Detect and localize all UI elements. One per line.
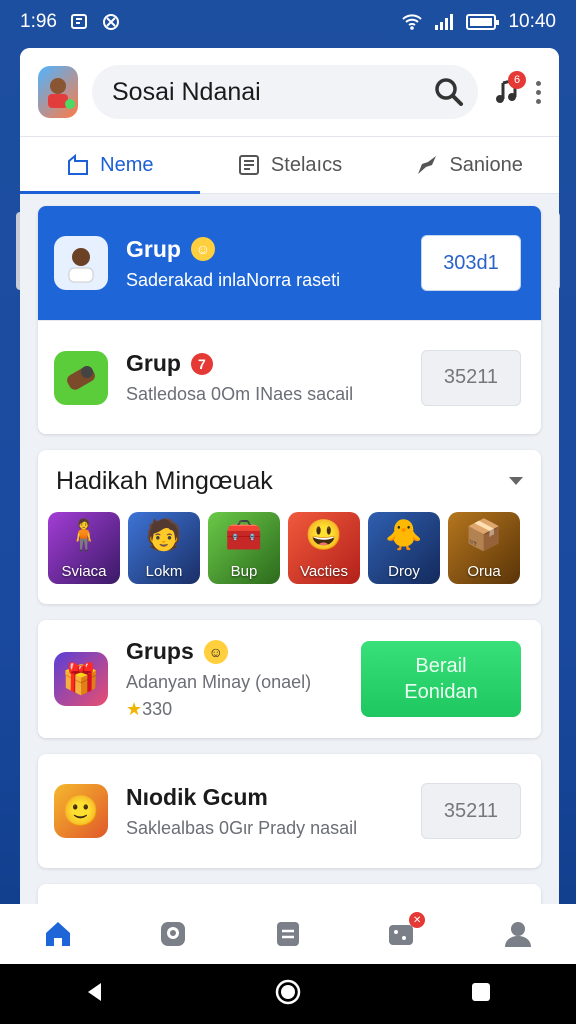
chick-icon: 🐥 <box>385 519 423 552</box>
app-window: 6 Neme Stelaıcs Sanione Gr <box>20 48 559 906</box>
tile-label: Vacties <box>299 563 349 580</box>
star-count: ★330 <box>126 699 173 719</box>
row-subtitle: Saderakad inlaNorra raseti <box>126 269 341 290</box>
smile-emoji-icon: ☺ <box>190 237 215 261</box>
status-time: 1:96 <box>20 11 57 32</box>
row-subtitle: Saklealbas 0Gιr Prady nasail <box>126 817 358 838</box>
nav-profile[interactable] <box>498 914 538 954</box>
list-icon <box>276 922 299 946</box>
count-button[interactable]: 35211 <box>421 783 521 839</box>
home-circle-icon[interactable] <box>274 978 302 1011</box>
row-subtitle: Satledosa 0Om INaes sacail <box>126 384 354 404</box>
profile-icon <box>505 922 532 947</box>
row-title: Grups <box>126 638 194 664</box>
more-options-icon[interactable] <box>536 80 541 104</box>
share-icon <box>418 156 437 174</box>
music-badge: 6 <box>508 71 526 89</box>
game-row[interactable]: 🙂 Nıodik Gcum Saklealbas 0Gιr Prady nasa… <box>38 754 541 868</box>
search-icon[interactable] <box>434 77 464 107</box>
music-button[interactable]: 6 <box>492 71 526 109</box>
tile-label: Lokm <box>145 563 183 580</box>
top-bar: 6 <box>20 48 559 136</box>
tile-label: Sviaca <box>61 563 107 580</box>
search-input[interactable] <box>112 77 434 107</box>
status-clock: 10:40 <box>508 11 556 32</box>
camera-icon <box>160 922 185 946</box>
system-nav <box>0 964 576 1024</box>
gift-icon: 🎁 <box>62 662 100 696</box>
chevron-down-icon[interactable] <box>509 477 523 485</box>
recents-icon[interactable] <box>469 980 493 1009</box>
row-title: Nıodik Gcum <box>126 783 268 810</box>
back-icon[interactable] <box>83 980 107 1009</box>
tile-label: Droy <box>388 563 420 580</box>
game-thumbnail <box>54 350 108 405</box>
row-subtitle: Adanyan Minay (onael) <box>126 672 312 692</box>
promo-card: 🎁 Grups ☺ Adanyan Minay (onael) ★330 Ber… <box>38 620 541 738</box>
nav-list[interactable] <box>268 914 308 954</box>
star-icon: ★ <box>126 699 143 719</box>
tab-home[interactable]: Neme <box>20 137 200 194</box>
status-bar: 1:96 10:40 <box>0 0 576 44</box>
group-row-highlighted[interactable]: Grup ☺ Saderakad inlaNorra raseti 303d1 <box>38 206 541 320</box>
tab-label: Sanione <box>449 153 523 176</box>
row-title: Grup <box>126 350 181 376</box>
tab-stats[interactable]: Stelaıcs <box>200 137 380 193</box>
character-icon: 🧑 <box>145 519 183 552</box>
section-title: Hadikah Mingœuak <box>56 466 273 495</box>
game-tile[interactable]: 🧍 Sviaca <box>48 512 120 584</box>
game-tile[interactable]: 😃 Vacties <box>288 512 360 584</box>
row-title: Grup <box>126 235 181 262</box>
tab-label: Stelaıcs <box>270 153 343 176</box>
nav-home[interactable] <box>38 914 78 954</box>
game-tile[interactable]: 🧰 Bup <box>208 512 280 584</box>
tab-share[interactable]: Sanione <box>379 137 559 193</box>
signal-icon <box>434 12 454 32</box>
game-card: 🙂 Nıodik Gcum Saklealbas 0Gιr Prady nasa… <box>38 754 541 868</box>
feed: Grup ☺ Saderakad inlaNorra raseti 303d1 … <box>20 194 559 906</box>
tile-label: Orua <box>467 563 501 580</box>
blocked-icon <box>101 12 121 32</box>
count-button[interactable]: 303d1 <box>421 235 521 291</box>
home-tab-icon <box>68 153 89 175</box>
smiley-icon: 😃 <box>305 519 343 552</box>
notification-badge: 7 <box>190 352 213 375</box>
app-logo[interactable] <box>38 66 78 118</box>
chest-icon: 🧰 <box>225 519 263 552</box>
search-bar <box>92 65 478 119</box>
wifi-icon <box>402 12 423 32</box>
game-thumbnail: 🙂 <box>54 784 108 838</box>
count-button[interactable]: 35211 <box>421 349 521 406</box>
home-icon <box>45 922 70 946</box>
promo-row[interactable]: 🎁 Grups ☺ Adanyan Minay (onael) ★330 Ber… <box>38 620 541 738</box>
nav-camera[interactable] <box>153 914 193 954</box>
tab-bar: Neme Stelaıcs Sanione <box>20 136 559 194</box>
character-icon: 🙂 <box>62 794 100 828</box>
game-thumbnail: 🎁 <box>54 652 108 706</box>
notification-icon <box>69 12 89 32</box>
game-tile[interactable]: 📦 Orua <box>448 512 520 584</box>
box-icon: 📦 <box>465 519 503 552</box>
groups-card: Grup ☺ Saderakad inlaNorra raseti 303d1 … <box>38 206 541 434</box>
partial-card <box>38 884 541 906</box>
tile-label: Bup <box>230 563 258 580</box>
games-section: Hadikah Mingœuak 🧍 Sviaca 🧑 Lokm 🧰 Bup 😃 <box>38 450 541 604</box>
section-header[interactable]: Hadikah Mingœuak <box>38 450 541 512</box>
battery-icon <box>466 14 500 30</box>
nav-badge-icon: ✕ <box>409 912 426 928</box>
cta-button[interactable]: Berail Eonidan <box>361 641 521 717</box>
bottom-nav: ✕ <box>0 904 576 964</box>
nav-games[interactable]: ✕ <box>383 912 426 954</box>
game-tile[interactable]: 🧑 Lokm <box>128 512 200 584</box>
group-row[interactable]: Grup 7 Satledosa 0Om INaes sacail 35211 <box>38 320 541 434</box>
list-icon <box>238 155 259 175</box>
character-icon: 🧍 <box>65 519 103 552</box>
game-tile[interactable]: 🐥 Droy <box>368 512 440 584</box>
game-tiles: 🧍 Sviaca 🧑 Lokm 🧰 Bup 😃 Vacties 🐥 Droy 📦… <box>38 512 541 604</box>
smile-emoji-icon: ☺ <box>203 639 228 664</box>
tab-label: Neme <box>100 153 154 176</box>
avatar <box>54 236 108 290</box>
